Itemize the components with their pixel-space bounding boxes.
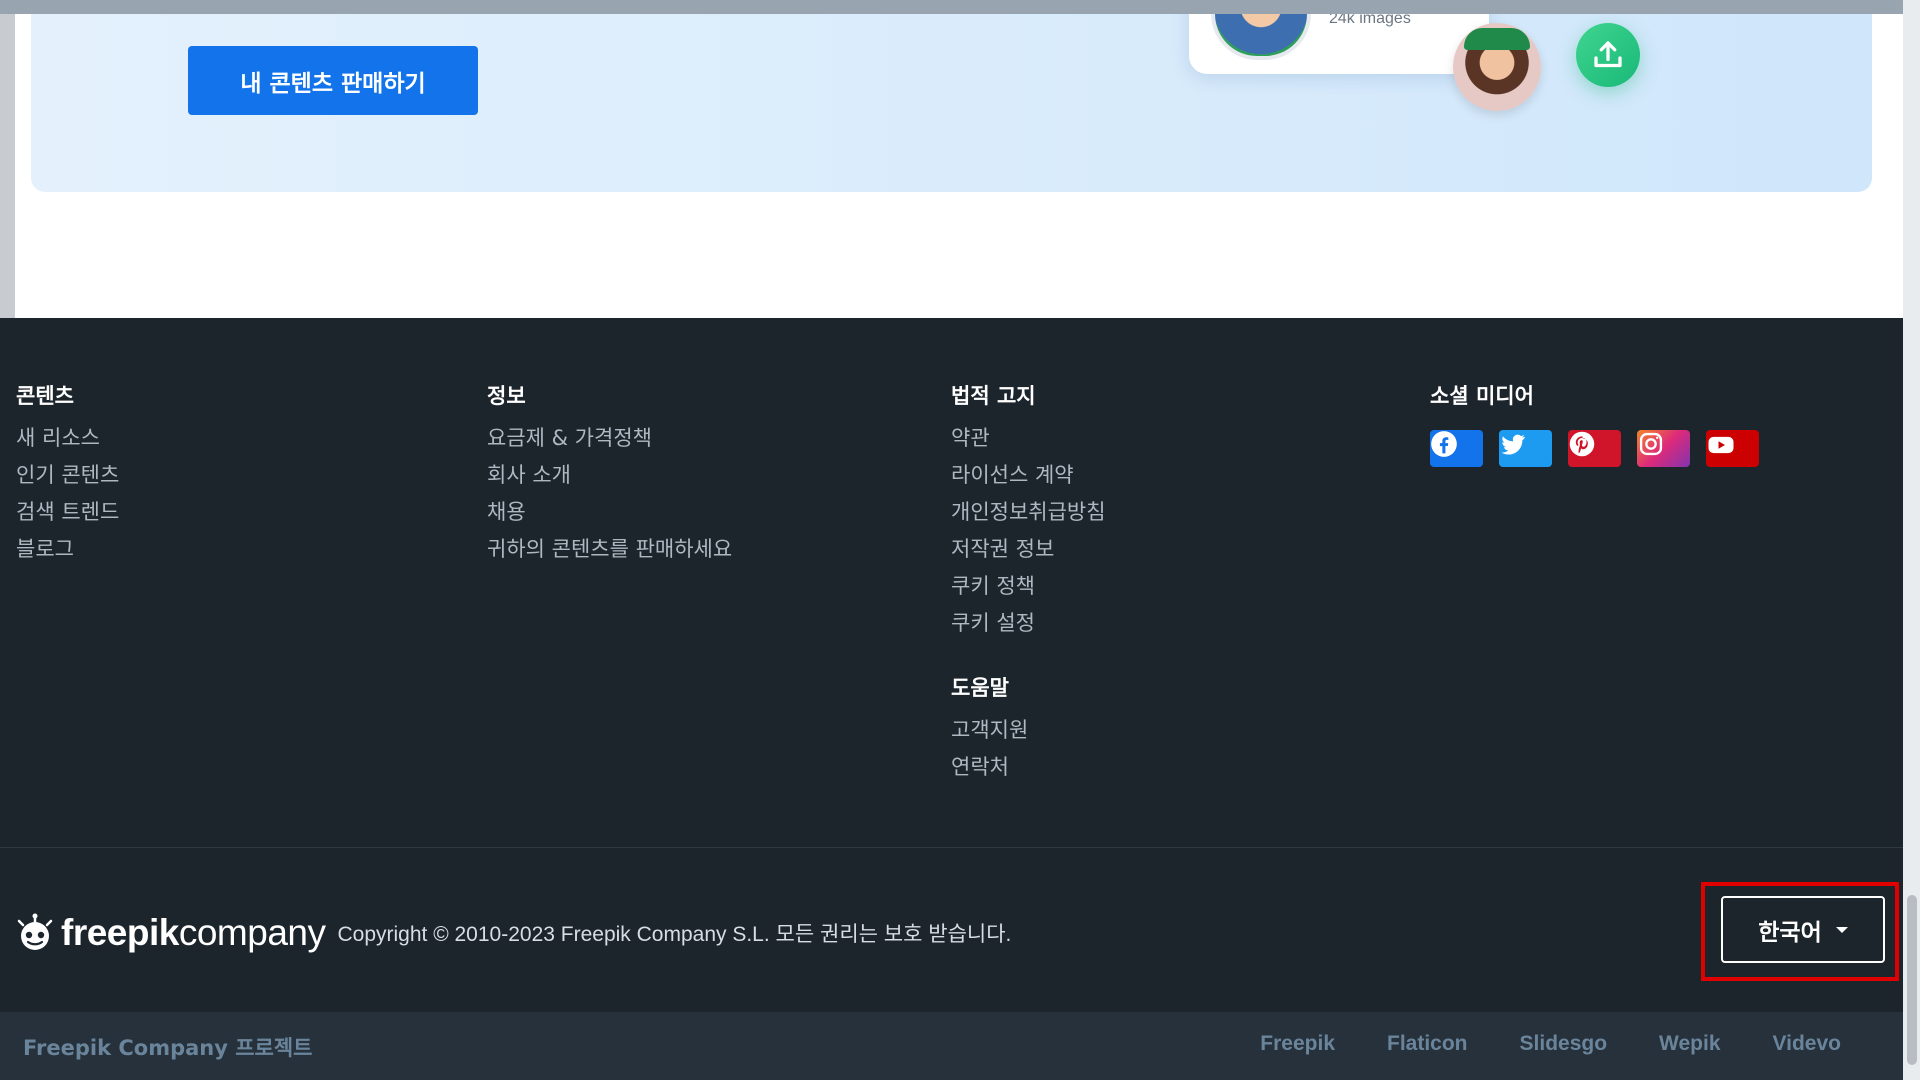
column-heading: 콘텐츠 xyxy=(16,384,74,408)
footer-column-content: 콘텐츠 새 리소스 인기 콘텐츠 검색 트렌드 블로그 xyxy=(16,382,119,568)
language-selector[interactable]: 한국어 xyxy=(1721,896,1885,963)
footer-link-privacy[interactable]: 개인정보취급방침 xyxy=(951,494,1106,531)
footer-column-social: 소셜 미디어 xyxy=(1430,382,1759,467)
language-label: 한국어 xyxy=(1758,919,1822,946)
footer-link-cookie-policy[interactable]: 쿠키 정책 xyxy=(951,568,1106,605)
site-footer: 콘텐츠 새 리소스 인기 콘텐츠 검색 트렌드 블로그 정보 요금제 & 가격정… xyxy=(0,318,1903,1080)
project-link-videvo[interactable]: Videvo xyxy=(1773,1032,1841,1056)
freepik-mascot-icon xyxy=(17,913,53,950)
footer-link-support[interactable]: 고객지원 xyxy=(951,712,1028,749)
footer-link-copyright[interactable]: 저작권 정보 xyxy=(951,531,1106,568)
footer-link-new-resources[interactable]: 새 리소스 xyxy=(16,420,119,457)
footer-link-contact[interactable]: 연락처 xyxy=(951,749,1028,786)
footer-column-legal: 법적 고지 약관 라이선스 계약 개인정보취급방침 저작권 정보 쿠키 정책 쿠… xyxy=(951,382,1106,642)
youtube-icon[interactable] xyxy=(1706,430,1759,467)
page-scrollbar[interactable] xyxy=(1903,0,1920,1080)
footer-divider xyxy=(0,847,1903,848)
project-link-flaticon[interactable]: Flaticon xyxy=(1387,1032,1468,1056)
footer-brand-row: freepikcompany Copyright © 2010-2023 Fre… xyxy=(15,898,1011,968)
footer-column-help: 도움말 고객지원 연락처 xyxy=(951,674,1028,786)
column-heading: 소셜 미디어 xyxy=(1430,384,1534,408)
project-link-wepik[interactable]: Wepik xyxy=(1659,1032,1720,1056)
instagram-icon[interactable] xyxy=(1637,430,1690,467)
brand-wordmark: freepikcompany xyxy=(61,912,326,953)
footer-link-search-trends[interactable]: 검색 트렌드 xyxy=(16,494,119,531)
page-gutter xyxy=(0,0,15,318)
projects-label: Freepik Company 프로젝트 xyxy=(23,1036,313,1060)
projects-links: Freepik Flaticon Slidesgo Wepik Videvo xyxy=(1260,1032,1841,1056)
scrollbar-thumb[interactable] xyxy=(1907,895,1917,1065)
chevron-down-icon xyxy=(1835,926,1848,933)
column-heading: 법적 고지 xyxy=(951,384,1036,408)
footer-link-sell-content[interactable]: 귀하의 콘텐츠를 판매하세요 xyxy=(487,531,732,568)
footer-link-blog[interactable]: 블로그 xyxy=(16,531,119,568)
pinterest-icon[interactable] xyxy=(1568,430,1621,467)
footer-link-pricing[interactable]: 요금제 & 가격정책 xyxy=(487,420,732,457)
top-overlay-strip xyxy=(0,0,1920,14)
copyright-text: Copyright © 2010-2023 Freepik Company S.… xyxy=(337,923,1012,946)
column-heading: 정보 xyxy=(487,384,526,408)
sell-my-content-button[interactable]: 내 콘텐츠 판매하기 xyxy=(188,46,478,115)
facebook-icon[interactable] xyxy=(1430,430,1483,467)
company-projects-bar: Freepik Company 프로젝트 Freepik Flaticon Sl… xyxy=(0,1012,1903,1080)
footer-link-popular-content[interactable]: 인기 콘텐츠 xyxy=(16,457,119,494)
sell-content-banner: 내 콘텐츠 판매하기 24k images xyxy=(31,0,1872,192)
project-link-slidesgo[interactable]: Slidesgo xyxy=(1520,1032,1608,1056)
avatar-hat xyxy=(1464,28,1530,50)
footer-link-cookie-settings[interactable]: 쿠키 설정 xyxy=(951,605,1106,642)
column-heading: 도움말 xyxy=(951,676,1009,700)
footer-link-terms[interactable]: 약관 xyxy=(951,420,1106,457)
twitter-icon[interactable] xyxy=(1499,430,1552,467)
footer-link-about[interactable]: 회사 소개 xyxy=(487,457,732,494)
upload-icon xyxy=(1576,23,1640,87)
project-link-freepik[interactable]: Freepik xyxy=(1260,1032,1335,1056)
footer-column-info: 정보 요금제 & 가격정책 회사 소개 채용 귀하의 콘텐츠를 판매하세요 xyxy=(487,382,732,568)
social-links xyxy=(1430,430,1759,467)
footer-link-jobs[interactable]: 채용 xyxy=(487,494,732,531)
footer-link-license[interactable]: 라이선스 계약 xyxy=(951,457,1106,494)
freepik-company-logo[interactable]: freepikcompany xyxy=(15,912,326,954)
